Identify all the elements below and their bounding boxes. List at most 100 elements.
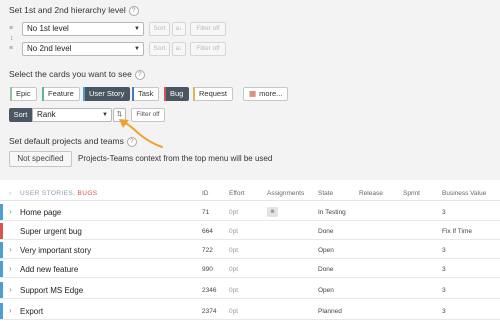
level1-filter-button[interactable]: Filter off: [190, 22, 226, 36]
card-effort[interactable]: 0pt: [229, 247, 238, 254]
level1-sort-direction-button[interactable]: a↓: [172, 22, 186, 36]
card-type-feature[interactable]: Feature: [42, 87, 80, 101]
card-name[interactable]: Export: [20, 307, 43, 316]
card-type-label: Task: [138, 89, 154, 98]
card-type-stripe: [0, 303, 3, 319]
card-type-stripe: [0, 261, 3, 277]
sort-select[interactable]: Rank ▼: [32, 108, 112, 122]
card-business-value[interactable]: 3: [442, 266, 446, 273]
hierarchy-title: Set 1st and 2nd hierarchy level: [9, 5, 126, 15]
card-id: 664: [202, 228, 213, 235]
hierarchy-section-title: Set 1st and 2nd hierarchy level?: [9, 5, 139, 16]
card-business-value[interactable]: 3: [442, 247, 446, 254]
column-header-state[interactable]: State: [318, 190, 333, 197]
chevron-right-icon[interactable]: ›: [9, 285, 12, 294]
lead-prefix: USER STORIES,: [20, 190, 76, 197]
level2-select-value: No 2nd level: [27, 44, 72, 53]
level2-filter-button[interactable]: Filter off: [190, 42, 226, 56]
level2-sort-direction-button[interactable]: a↓: [172, 42, 186, 56]
card-type-label: Epic: [16, 89, 31, 98]
card-effort[interactable]: 0pt: [229, 287, 238, 294]
hierarchy-level-1-icon: ≡: [9, 25, 14, 32]
card-type-label: Request: [199, 89, 227, 98]
grid-icon: ▦: [249, 89, 257, 98]
level1-select[interactable]: No 1st level ▼: [22, 22, 144, 36]
column-header-id[interactable]: ID: [202, 190, 209, 197]
card-business-value[interactable]: 3: [442, 209, 446, 216]
card-effort[interactable]: 0pt: [229, 308, 238, 315]
column-header-assignments[interactable]: Assignments: [267, 190, 304, 197]
card-business-value[interactable]: Fix If Time: [442, 228, 472, 235]
card-state[interactable]: Done: [318, 228, 334, 235]
card-state[interactable]: In Testing: [318, 209, 346, 216]
table-row[interactable]: › Export 2374 0pt Planned 3: [0, 303, 500, 320]
column-header-release[interactable]: Release: [359, 190, 383, 197]
defaults-section-title: Set default projects and teams?: [9, 136, 137, 147]
column-header-business-value[interactable]: Business Value: [442, 190, 486, 197]
card-state[interactable]: Done: [318, 266, 334, 273]
chevron-right-icon[interactable]: ›: [9, 207, 12, 216]
table-row[interactable]: Super urgent bug 664 0pt Done Fix If Tim…: [0, 223, 500, 240]
not-specified-button[interactable]: Not specified: [9, 151, 72, 167]
column-header-effort[interactable]: Effort: [229, 190, 244, 197]
level2-select[interactable]: No 2nd level ▼: [22, 42, 144, 56]
card-type-task[interactable]: Task: [132, 87, 160, 101]
card-type-stripe: [0, 204, 3, 220]
collapse-all-icon[interactable]: ›: [9, 190, 11, 197]
more-card-types-button[interactable]: ▦ more...: [243, 87, 289, 101]
level1-sort-button[interactable]: Sort: [149, 22, 170, 36]
sort-label: Sort: [9, 108, 32, 122]
defaults-title: Set default projects and teams: [9, 136, 124, 146]
card-type-epic[interactable]: Epic: [10, 87, 37, 101]
card-types-header: USER STORIES, BUGS: [20, 190, 98, 197]
card-name[interactable]: Very important story: [20, 246, 91, 255]
card-business-value[interactable]: 3: [442, 287, 446, 294]
card-effort[interactable]: 0pt: [229, 209, 238, 216]
card-name[interactable]: Super urgent bug: [20, 227, 82, 236]
chevron-right-icon[interactable]: ›: [9, 245, 12, 254]
table-row[interactable]: › Add new feature 990 0pt Done 3: [0, 261, 500, 278]
card-effort[interactable]: 0pt: [229, 266, 238, 273]
table-row[interactable]: › Support MS Edge 2346 0pt Open 3: [0, 282, 500, 299]
card-business-value[interactable]: 3: [442, 308, 446, 315]
help-icon[interactable]: ?: [134, 69, 145, 80]
card-type-stripe: [0, 282, 3, 298]
settings-panel: Set 1st and 2nd hierarchy level? ≡ ↕ ≡ N…: [0, 0, 500, 180]
card-type-color-bar: [164, 87, 166, 101]
card-name[interactable]: Support MS Edge: [20, 286, 83, 295]
card-type-bug[interactable]: Bug: [164, 87, 190, 101]
card-state[interactable]: Open: [318, 247, 334, 254]
card-type-user-story[interactable]: User Story: [83, 87, 131, 101]
card-type-stripe: [0, 223, 3, 239]
card-state[interactable]: Planned: [318, 308, 342, 315]
cards-section-title: Select the cards you want to see?: [9, 69, 145, 80]
swap-levels-icon[interactable]: ↕: [10, 35, 19, 42]
card-state[interactable]: Open: [318, 287, 334, 294]
help-icon[interactable]: ?: [128, 5, 139, 16]
card-name[interactable]: Home page: [20, 208, 61, 217]
level2-sort-button[interactable]: Sort: [149, 42, 170, 56]
chevron-down-icon: ▼: [134, 26, 140, 32]
card-id: 2374: [202, 308, 217, 315]
card-type-color-bar: [83, 87, 85, 101]
card-type-label: Bug: [170, 89, 184, 98]
card-type-color-bar: [10, 87, 12, 101]
more-label: more...: [259, 89, 283, 98]
table-row[interactable]: › Very important story 722 0pt Open 3: [0, 242, 500, 259]
card-type-label: Feature: [48, 89, 74, 98]
card-id: 2346: [202, 287, 217, 294]
column-header-sprint[interactable]: Sprint: [403, 190, 420, 197]
card-effort[interactable]: 0pt: [229, 228, 238, 235]
grid-header: › USER STORIES, BUGS ID Effort Assignmen…: [0, 187, 500, 201]
card-id: 722: [202, 247, 213, 254]
card-type-color-bar: [193, 87, 195, 101]
avatar-icon[interactable]: ☻: [267, 207, 278, 217]
card-type-request[interactable]: Request: [193, 87, 233, 101]
table-row[interactable]: › Home page 71 0pt ☻ In Testing 3: [0, 204, 500, 221]
chevron-right-icon[interactable]: ›: [9, 306, 12, 315]
hierarchy-level-2-icon: ≡: [9, 45, 14, 52]
help-icon[interactable]: ?: [126, 136, 137, 147]
card-name[interactable]: Add new feature: [20, 265, 78, 274]
chevron-right-icon[interactable]: ›: [9, 264, 12, 273]
chevron-down-icon: ▼: [134, 46, 140, 52]
